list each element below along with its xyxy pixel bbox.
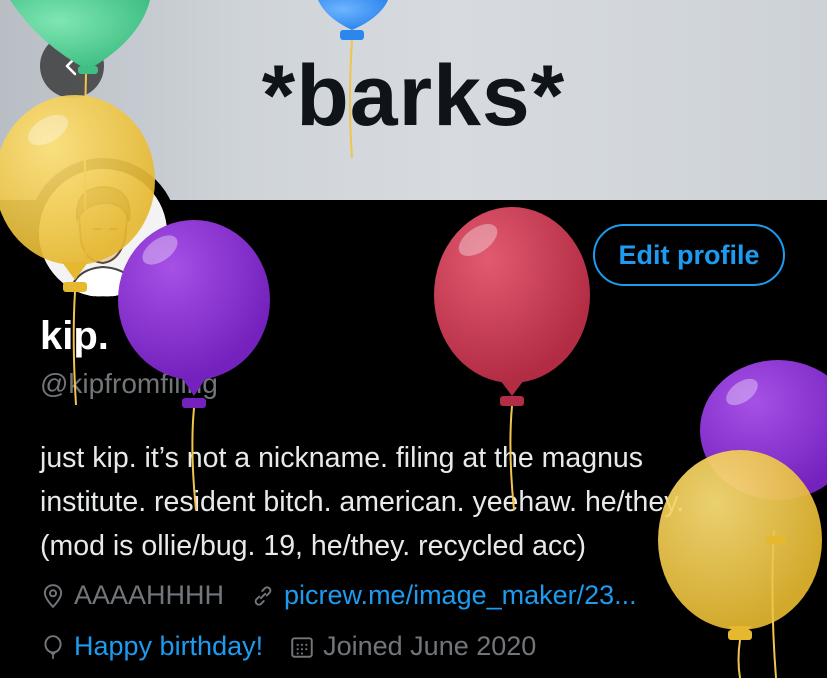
avatar-image bbox=[39, 169, 167, 297]
balloon-icon bbox=[44, 634, 62, 659]
location-pin-icon bbox=[43, 583, 63, 608]
bio-line: institute. resident bitch. american. yee… bbox=[40, 486, 685, 518]
bio-line: just kip. it’s not a nickname. filing at… bbox=[40, 442, 644, 474]
link-icon bbox=[254, 585, 272, 606]
back-button[interactable] bbox=[40, 34, 104, 98]
calendar-icon bbox=[291, 636, 313, 658]
website-text[interactable]: picrew.me/image_maker/23... bbox=[284, 580, 637, 611]
birthday-text[interactable]: Happy birthday! bbox=[74, 631, 263, 662]
chevron-left-icon bbox=[65, 56, 77, 76]
banner-text: *barks* bbox=[261, 48, 566, 144]
profile-meta-row-1: AAAAHHHH picrew.me/image_maker/23... bbox=[40, 580, 663, 611]
bio: just kip. it’s not a nickname. filing at… bbox=[40, 436, 800, 568]
display-name: kip. bbox=[40, 314, 109, 358]
avatar[interactable] bbox=[28, 158, 178, 308]
location-text: AAAAHHHH bbox=[74, 580, 225, 610]
joined-date: Joined June 2020 bbox=[289, 631, 536, 662]
location: AAAAHHHH bbox=[40, 580, 224, 611]
birthday[interactable]: Happy birthday! bbox=[40, 631, 263, 662]
profile-meta-row-2: Happy birthday! Joined June 2020 bbox=[40, 631, 562, 662]
edit-profile-button[interactable]: Edit profile bbox=[593, 224, 785, 286]
website-link[interactable]: picrew.me/image_maker/23... bbox=[250, 580, 637, 611]
handle: @kipfromfiling bbox=[40, 368, 218, 399]
bio-line: (mod is ollie/bug. 19, he/they. recycled… bbox=[40, 530, 586, 562]
joined-text: Joined June 2020 bbox=[323, 631, 537, 661]
